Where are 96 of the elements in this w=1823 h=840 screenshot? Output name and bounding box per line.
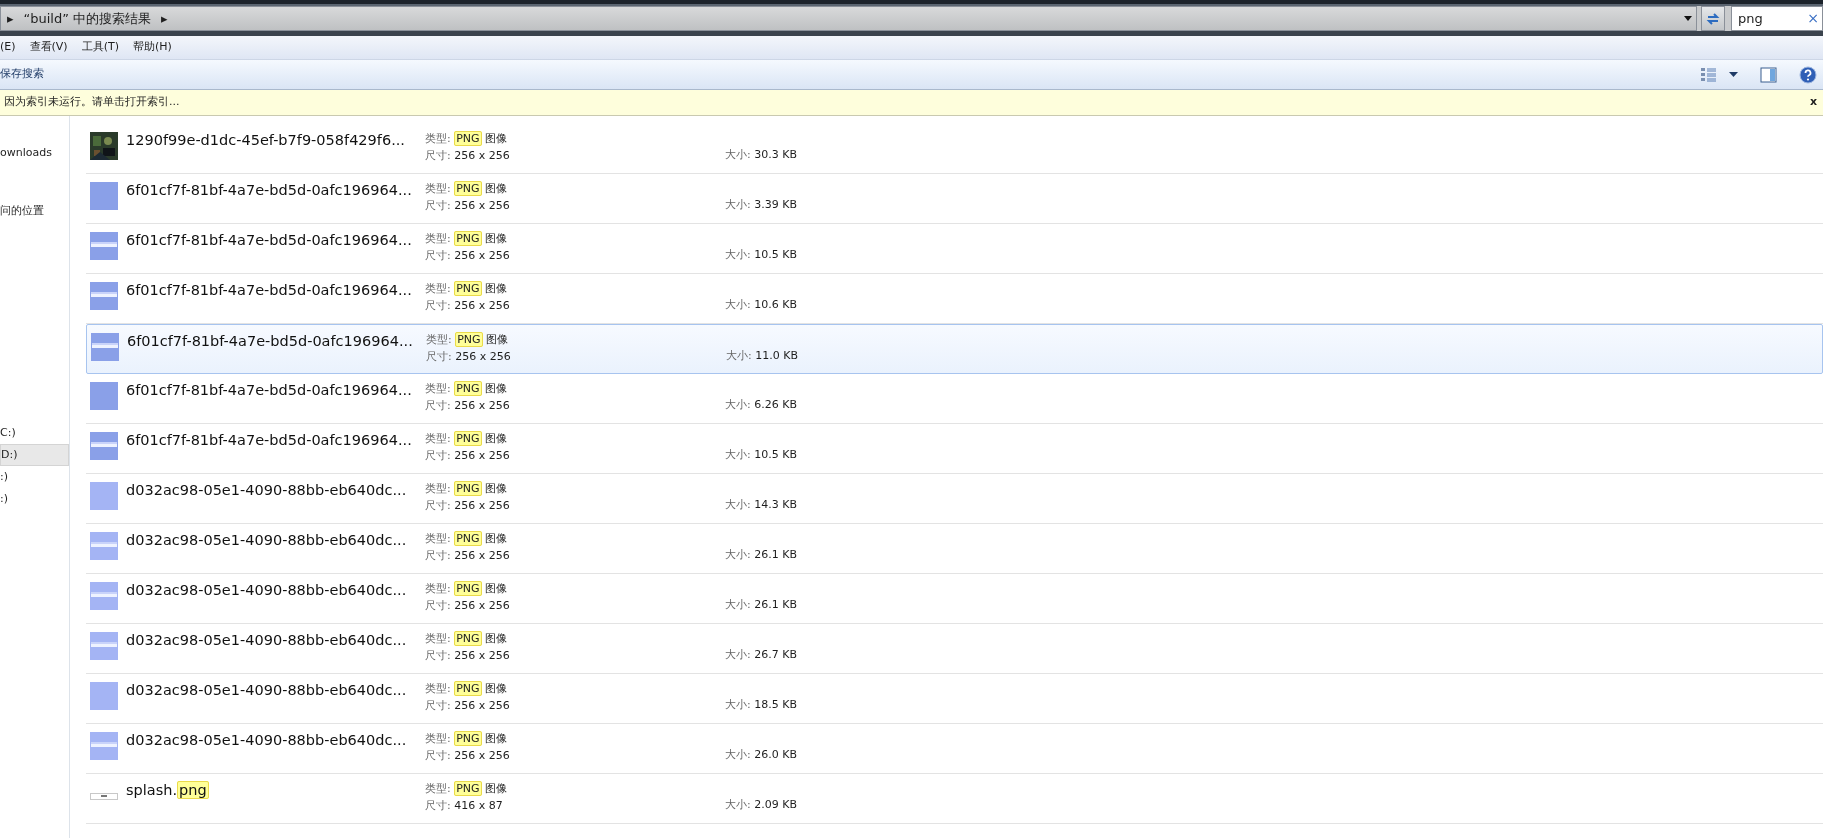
file-size: 大小: 11.0 KB xyxy=(726,349,798,362)
file-name: 6f01cf7f-81bf-4a7e-bd5d-0afc196964... xyxy=(126,431,413,450)
breadcrumb-item[interactable]: “build” 中的搜索结果 xyxy=(23,8,152,29)
file-row[interactable]: d032ac98-05e1-4090-88bb-eb640dc... 类型: PNG 图像 尺寸: 256 x 256 大小: 26.1 KB xyxy=(86,574,1823,624)
file-name: d032ac98-05e1-4090-88bb-eb640dc... xyxy=(126,731,408,750)
dropdown-caret-icon[interactable] xyxy=(1683,15,1693,22)
preview-pane-icon[interactable] xyxy=(1760,66,1777,83)
file-row[interactable]: d032ac98-05e1-4090-88bb-eb640dc... 类型: PNG 图像 尺寸: 256 x 256 大小: 14.3 KB xyxy=(86,474,1823,524)
file-dimensions: 尺寸: 256 x 256 xyxy=(425,498,511,514)
file-dimensions: 尺寸: 256 x 256 xyxy=(425,598,511,614)
clear-search-button[interactable]: × xyxy=(1807,8,1822,29)
file-row[interactable]: d032ac98-05e1-4090-88bb-eb640dc... 类型: PNG 图像 尺寸: 256 x 256 大小: 26.1 KB xyxy=(86,524,1823,574)
file-name: 6f01cf7f-81bf-4a7e-bd5d-0afc196964... xyxy=(126,281,413,300)
file-type: 类型: PNG 图像 xyxy=(425,680,509,697)
file-size: 大小: 2.09 KB xyxy=(725,798,797,811)
file-dimensions: 尺寸: 256 x 256 xyxy=(425,698,511,714)
file-type: 类型: PNG 图像 xyxy=(425,430,509,447)
sidebar-item[interactable]: 问的位置 xyxy=(0,200,69,222)
sidebar-item[interactable]: :) xyxy=(0,488,69,510)
file-name: 6f01cf7f-81bf-4a7e-bd5d-0afc196964... xyxy=(126,231,413,250)
file-type: 类型: PNG 图像 xyxy=(425,530,509,547)
file-type: 类型: PNG 图像 xyxy=(425,580,509,597)
file-type: 类型: PNG 图像 xyxy=(425,130,509,147)
file-name: 6f01cf7f-81bf-4a7e-bd5d-0afc196964... xyxy=(126,181,413,200)
menu-item[interactable]: 查看(V) xyxy=(29,39,68,56)
address-bar[interactable]: ▸ “build” 中的搜索结果 ▸ xyxy=(0,6,1697,31)
file-name: d032ac98-05e1-4090-88bb-eb640dc... xyxy=(126,681,408,700)
sidebar-item[interactable]: C:) xyxy=(0,422,69,444)
file-size: 大小: 26.0 KB xyxy=(725,748,797,761)
file-name: d032ac98-05e1-4090-88bb-eb640dc... xyxy=(126,481,408,500)
file-size: 大小: 14.3 KB xyxy=(725,498,797,511)
file-type: 类型: PNG 图像 xyxy=(425,780,509,797)
file-dimensions: 尺寸: 256 x 256 xyxy=(425,748,511,764)
save-search-button[interactable]: 保存搜索 xyxy=(0,66,44,83)
sidebar-item[interactable]: ownloads xyxy=(0,142,69,164)
file-dimensions: 尺寸: 256 x 256 xyxy=(425,648,511,664)
file-type: 类型: PNG 图像 xyxy=(425,180,509,197)
file-type: 类型: PNG 图像 xyxy=(425,280,509,297)
sidebar-item[interactable]: :) xyxy=(0,466,69,488)
file-row[interactable]: 6f01cf7f-81bf-4a7e-bd5d-0afc196964... 类型: PNG 图像 尺寸: 256 x 256 大小: 10.5 KB xyxy=(86,424,1823,474)
info-bar-message[interactable]: 因为索引未运行。请单击打开索引... xyxy=(4,94,180,111)
file-row[interactable]: d032ac98-05e1-4090-88bb-eb640dc... 类型: PNG 图像 尺寸: 256 x 256 大小: 18.5 KB xyxy=(86,674,1823,724)
file-size: 大小: 18.5 KB xyxy=(725,698,797,711)
file-name: 6f01cf7f-81bf-4a7e-bd5d-0afc196964... xyxy=(127,332,414,351)
breadcrumb-arrow[interactable]: ▸ xyxy=(161,8,168,29)
file-dimensions: 尺寸: 256 x 256 xyxy=(425,548,511,564)
file-size: 大小: 26.1 KB xyxy=(725,548,797,561)
file-size: 大小: 26.7 KB xyxy=(725,648,797,661)
file-name: d032ac98-05e1-4090-88bb-eb640dc... xyxy=(126,581,408,600)
file-dimensions: 尺寸: 256 x 256 xyxy=(426,349,512,365)
file-dimensions: 尺寸: 416 x 87 xyxy=(425,798,504,814)
file-size: 大小: 26.1 KB xyxy=(725,598,797,611)
file-dimensions: 尺寸: 256 x 256 xyxy=(425,198,511,214)
search-text: png xyxy=(1738,9,1763,28)
file-dimensions: 尺寸: 256 x 256 xyxy=(425,398,511,414)
file-type: 类型: PNG 图像 xyxy=(425,630,509,647)
file-type: 类型: PNG 图像 xyxy=(425,380,509,397)
file-row[interactable]: 1290f99e-d1dc-45ef-b7f9-058f429f6... 类型: PNG 图像 尺寸: 256 x 256 大小: 30.3 KB xyxy=(86,124,1823,174)
menu-item[interactable]: 工具(T) xyxy=(81,39,119,56)
file-dimensions: 尺寸: 256 x 256 xyxy=(425,298,511,314)
file-name: splash.png xyxy=(126,780,210,801)
file-type: 类型: PNG 图像 xyxy=(425,480,509,497)
file-type: 类型: PNG 图像 xyxy=(425,730,509,747)
help-icon[interactable] xyxy=(1799,65,1817,84)
menu-item[interactable]: (E) xyxy=(0,39,16,56)
file-row[interactable]: splash.png 类型: PNG 图像 尺寸: 416 x 87 大小: 2.09 KB xyxy=(86,774,1823,824)
file-dimensions: 尺寸: 256 x 256 xyxy=(425,148,511,164)
close-button[interactable]: x xyxy=(1809,94,1823,111)
refresh-button[interactable] xyxy=(1701,6,1725,31)
file-size: 大小: 6.26 KB xyxy=(725,398,797,411)
file-dimensions: 尺寸: 256 x 256 xyxy=(425,248,511,264)
sidebar-item[interactable]: D:) xyxy=(0,444,69,466)
file-size: 大小: 10.6 KB xyxy=(725,298,797,311)
file-row[interactable]: d032ac98-05e1-4090-88bb-eb640dc... 类型: PNG 图像 尺寸: 256 x 256 大小: 26.7 KB xyxy=(86,624,1823,674)
file-dimensions: 尺寸: 256 x 256 xyxy=(425,448,511,464)
file-row[interactable]: 6f01cf7f-81bf-4a7e-bd5d-0afc196964... 类型: PNG 图像 尺寸: 256 x 256 大小: 3.39 KB xyxy=(86,174,1823,224)
file-size: 大小: 3.39 KB xyxy=(725,198,797,211)
file-name: d032ac98-05e1-4090-88bb-eb640dc... xyxy=(126,631,408,650)
view-options-icon[interactable] xyxy=(1700,66,1717,83)
file-type: 类型: PNG 图像 xyxy=(425,230,509,247)
search-field[interactable]: png × xyxy=(1731,6,1823,31)
file-name: d032ac98-05e1-4090-88bb-eb640dc... xyxy=(126,531,408,550)
file-size: 大小: 30.3 KB xyxy=(725,148,797,161)
file-type: 类型: PNG 图像 xyxy=(426,331,510,348)
file-name: 6f01cf7f-81bf-4a7e-bd5d-0afc196964... xyxy=(126,381,413,400)
file-row[interactable]: 6f01cf7f-81bf-4a7e-bd5d-0afc196964... 类型: PNG 图像 尺寸: 256 x 256 大小: 11.0 KB xyxy=(86,324,1823,374)
file-row[interactable]: 6f01cf7f-81bf-4a7e-bd5d-0afc196964... 类型: PNG 图像 尺寸: 256 x 256 大小: 10.5 KB xyxy=(86,224,1823,274)
file-size: 大小: 10.5 KB xyxy=(725,448,797,461)
dropdown-caret-icon[interactable] xyxy=(1729,72,1738,77)
file-size: 大小: 10.5 KB xyxy=(725,248,797,261)
menu-item[interactable]: 帮助(H) xyxy=(132,39,172,56)
refresh-icon xyxy=(1705,10,1721,27)
file-row[interactable]: 6f01cf7f-81bf-4a7e-bd5d-0afc196964... 类型: PNG 图像 尺寸: 256 x 256 大小: 6.26 KB xyxy=(86,374,1823,424)
breadcrumb-arrow[interactable]: ▸ xyxy=(7,8,14,29)
file-row[interactable]: d032ac98-05e1-4090-88bb-eb640dc... 类型: PNG 图像 尺寸: 256 x 256 大小: 26.0 KB xyxy=(86,724,1823,774)
file-name: 1290f99e-d1dc-45ef-b7f9-058f429f6... xyxy=(126,131,406,150)
